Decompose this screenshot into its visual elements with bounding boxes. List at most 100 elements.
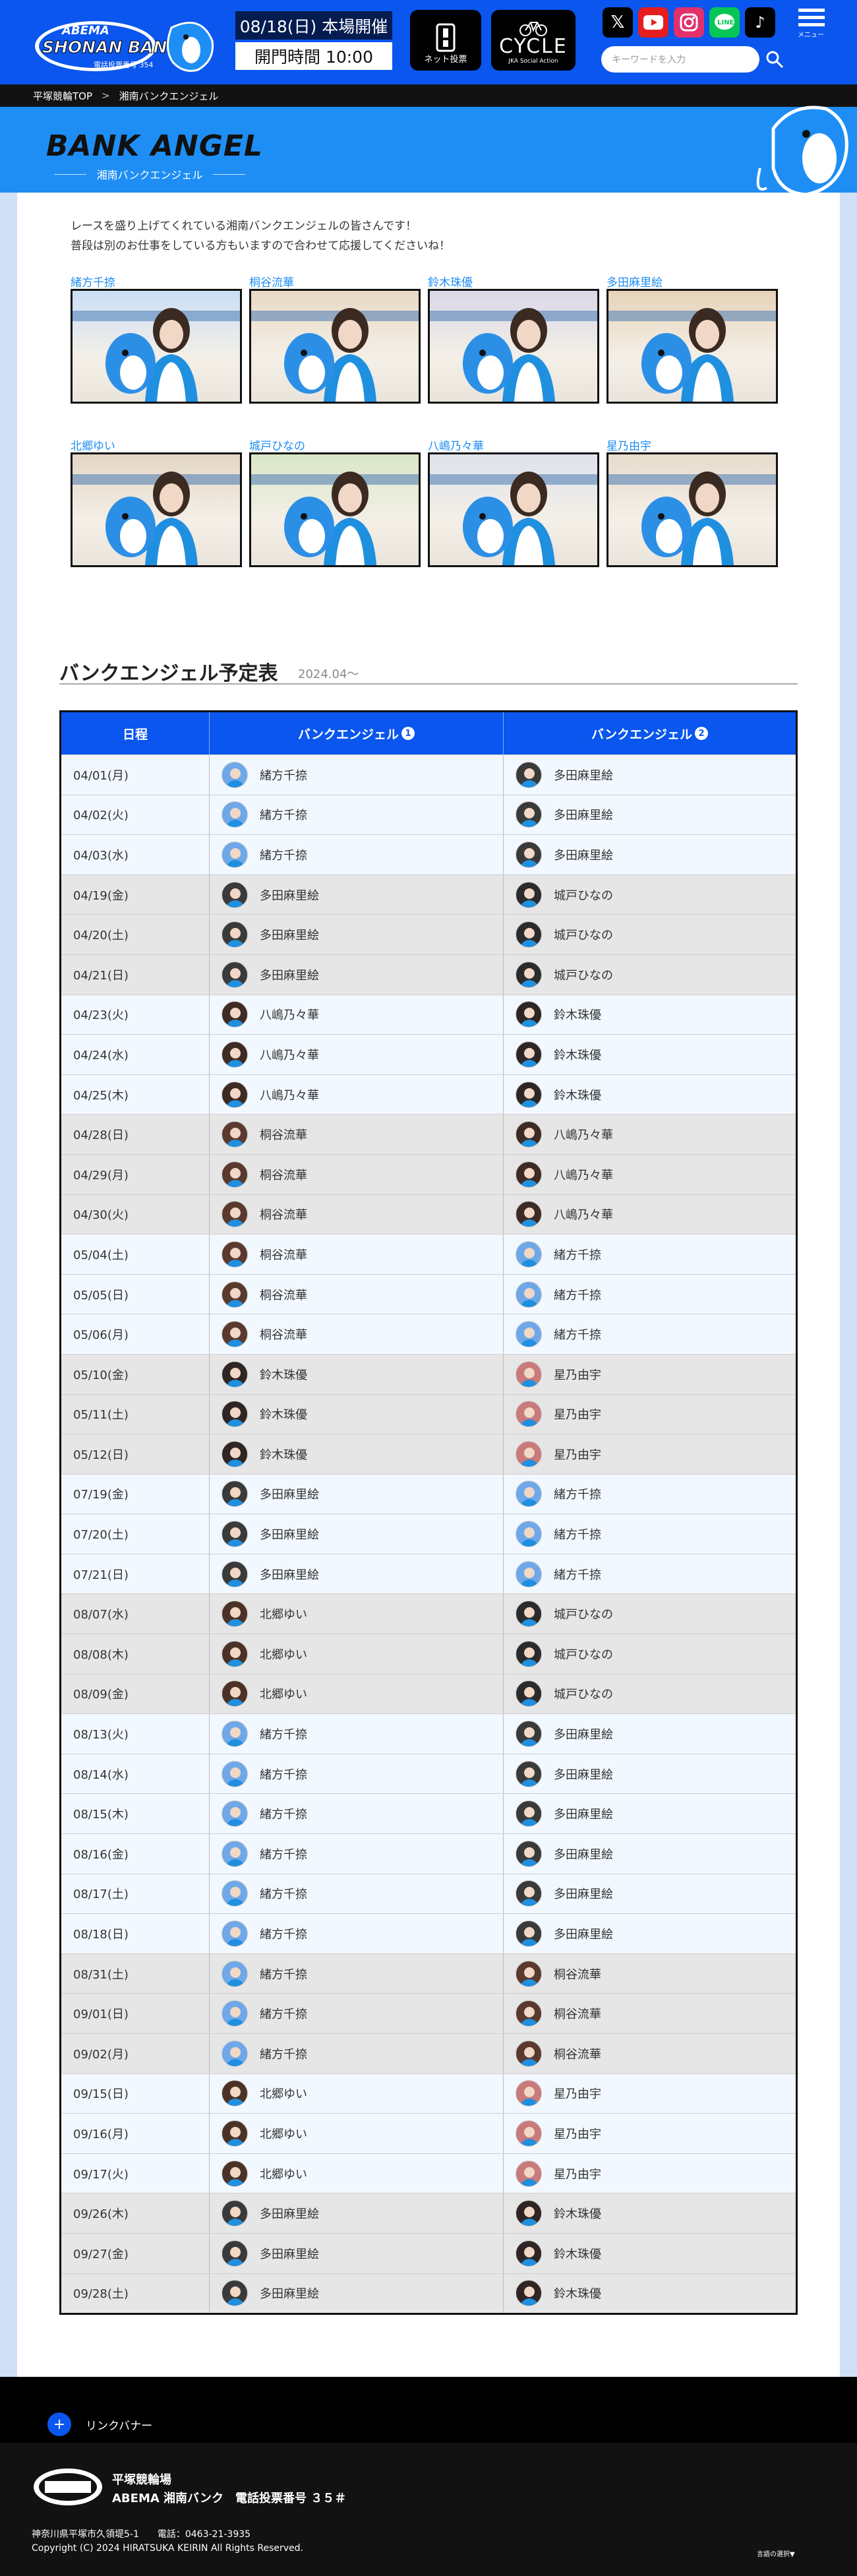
row-angel-2: 鈴木珠優 [503, 2193, 796, 2233]
angel-avatar [222, 2280, 248, 2307]
angel-avatar [516, 1401, 542, 1428]
angel-photo[interactable] [606, 289, 778, 404]
row-angel-1: 多田麻里絵 [209, 1514, 503, 1554]
abema-shonan-bank-logo[interactable]: ABEMA SHONAN BANK 電話投票番号 354 [33, 15, 219, 75]
angel-avatar [222, 1920, 248, 1947]
angel-photo[interactable] [428, 289, 599, 404]
table-row: 08/08(木) 北郷ゆい 城戸ひなの [61, 1634, 796, 1674]
row-date: 09/17(火) [73, 2167, 129, 2182]
angel-avatar [222, 1121, 248, 1148]
angel-avatar [516, 1521, 542, 1548]
angel-photo[interactable] [249, 289, 421, 404]
youtube-icon[interactable] [638, 7, 668, 38]
tiktok-icon[interactable]: ♪ [745, 7, 775, 38]
cycle-button[interactable]: CYCLE JKA Social Action [491, 10, 576, 71]
row-angel-2: 多田麻里絵 [503, 835, 796, 874]
table-row: 04/21(日) 多田麻里絵 城戸ひなの [61, 954, 796, 995]
cycle-subtitle: JKA Social Action [508, 58, 558, 65]
intro-line-2: 普段は別のお仕事をしている方もいますので合わせて応援してくださいね！ [71, 239, 451, 253]
row-date: 05/05(日) [73, 1288, 129, 1303]
angel-photo[interactable] [249, 452, 421, 567]
table-row: 04/02(火) 緒方千捺 多田麻里絵 [61, 794, 796, 835]
row-angel-1: 緒方千捺 [209, 1754, 503, 1794]
angel-card[interactable]: 緒方千捺 [71, 273, 242, 404]
race-date-box[interactable]: 08/18(日) 本場開催 開門時間 10:00 [235, 11, 392, 72]
search-input[interactable]: キーワードを入力 [601, 46, 759, 73]
angel-name[interactable]: 緒方千捺 [71, 273, 242, 290]
angel-avatar [516, 1361, 542, 1388]
row-date: 09/27(金) [73, 2247, 129, 2261]
angel-avatar [516, 1081, 542, 1108]
angel-name[interactable]: 鈴木珠優 [428, 273, 599, 290]
angel-avatar [222, 1321, 248, 1348]
row-angel-1: 多田麻里絵 [209, 874, 503, 915]
angel-avatar [222, 1201, 248, 1228]
angel-name[interactable]: 桐谷流華 [249, 273, 421, 290]
row-angel-2: 鈴木珠優 [503, 2233, 796, 2273]
angel-photo[interactable] [71, 452, 242, 567]
angel-avatar [222, 801, 248, 828]
angel-avatar [222, 961, 248, 988]
table-row: 08/07(水) 北郷ゆい 城戸ひなの [61, 1593, 796, 1634]
angel-avatar [516, 2240, 542, 2267]
angel-avatar [222, 2040, 248, 2067]
angel-card[interactable]: 八嶋乃々華 [428, 437, 599, 567]
row-angel-1: 桐谷流華 [209, 1194, 503, 1235]
angel-card[interactable]: 星乃由宇 [606, 437, 778, 567]
row-angel-1: 緒方千捺 [209, 1874, 503, 1914]
row-date: 09/16(月) [73, 2127, 129, 2141]
x-icon[interactable]: 𝕏 [603, 7, 633, 38]
table-row: 07/20(土) 多田麻里絵 緒方千捺 [61, 1514, 796, 1554]
angel-avatar [516, 2200, 542, 2227]
angel-avatar [516, 1721, 542, 1748]
row-date: 05/12(日) [73, 1448, 129, 1462]
angel-photo[interactable] [428, 452, 599, 567]
angel-name[interactable]: 多田麻里絵 [606, 273, 778, 290]
row-angel-2: 桐谷流華 [503, 1953, 796, 1994]
angel-card[interactable]: 鈴木珠優 [428, 273, 599, 404]
angel-name[interactable]: 北郷ゆい [71, 437, 242, 453]
instagram-icon[interactable] [674, 7, 704, 38]
row-date: 05/11(土) [73, 1408, 129, 1423]
link-banner-toggle-button[interactable]: + [47, 2412, 71, 2436]
angel-card[interactable]: 北郷ゆい [71, 437, 242, 567]
link-banner-label[interactable]: リンクバナー [86, 2416, 152, 2433]
language-select[interactable]: 言語の選択▼ [757, 2548, 795, 2558]
angel-card[interactable]: 多田麻里絵 [606, 273, 778, 404]
row-date: 04/30(火) [73, 1208, 129, 1223]
row-angel-1: 北郷ゆい [209, 2153, 503, 2193]
phone-icon [436, 23, 456, 52]
angel-avatar [516, 2040, 542, 2067]
line-icon[interactable]: LINE [709, 7, 740, 38]
angel-name[interactable]: 星乃由宇 [606, 437, 778, 453]
row-date: 07/20(土) [73, 1528, 129, 1543]
net-vote-button[interactable]: ネット投票 [410, 10, 481, 71]
table-row: 09/28(土) 多田麻里絵 鈴木珠優 [61, 2273, 796, 2314]
search-icon[interactable] [765, 48, 784, 71]
row-angel-1: 緒方千捺 [209, 1714, 503, 1754]
row-angel-2: 多田麻里絵 [503, 1914, 796, 1953]
angel-card[interactable]: 城戸ひなの [249, 437, 421, 567]
angel-photo[interactable] [71, 289, 242, 404]
row-date: 04/20(土) [73, 929, 129, 943]
angel-avatar [222, 2160, 248, 2187]
row-angel-1: 鈴木珠優 [209, 1354, 503, 1394]
row-angel-1: 多田麻里絵 [209, 2233, 503, 2273]
row-date: 09/28(土) [73, 2287, 129, 2302]
angel-photo[interactable] [606, 452, 778, 567]
breadcrumb-home[interactable]: 平塚競輪TOP [33, 89, 92, 103]
row-angel-2: 桐谷流華 [503, 2034, 796, 2073]
row-date: 08/17(土) [73, 1887, 129, 1902]
angel-card[interactable]: 桐谷流華 [249, 273, 421, 404]
row-date: 07/19(金) [73, 1488, 129, 1502]
row-angel-2: 城戸ひなの [503, 874, 796, 915]
angel-avatar [516, 2160, 542, 2187]
table-row: 08/17(土) 緒方千捺 多田麻里絵 [61, 1873, 796, 1914]
row-angel-1: 緒方千捺 [209, 1953, 503, 1994]
page-title: BANK ANGEL [46, 129, 263, 163]
angel-name[interactable]: 八嶋乃々華 [428, 437, 599, 453]
angel-avatar [516, 1001, 542, 1028]
angel-name[interactable]: 城戸ひなの [249, 437, 421, 453]
angel-avatar [222, 1161, 248, 1188]
angel-avatar [222, 881, 248, 908]
